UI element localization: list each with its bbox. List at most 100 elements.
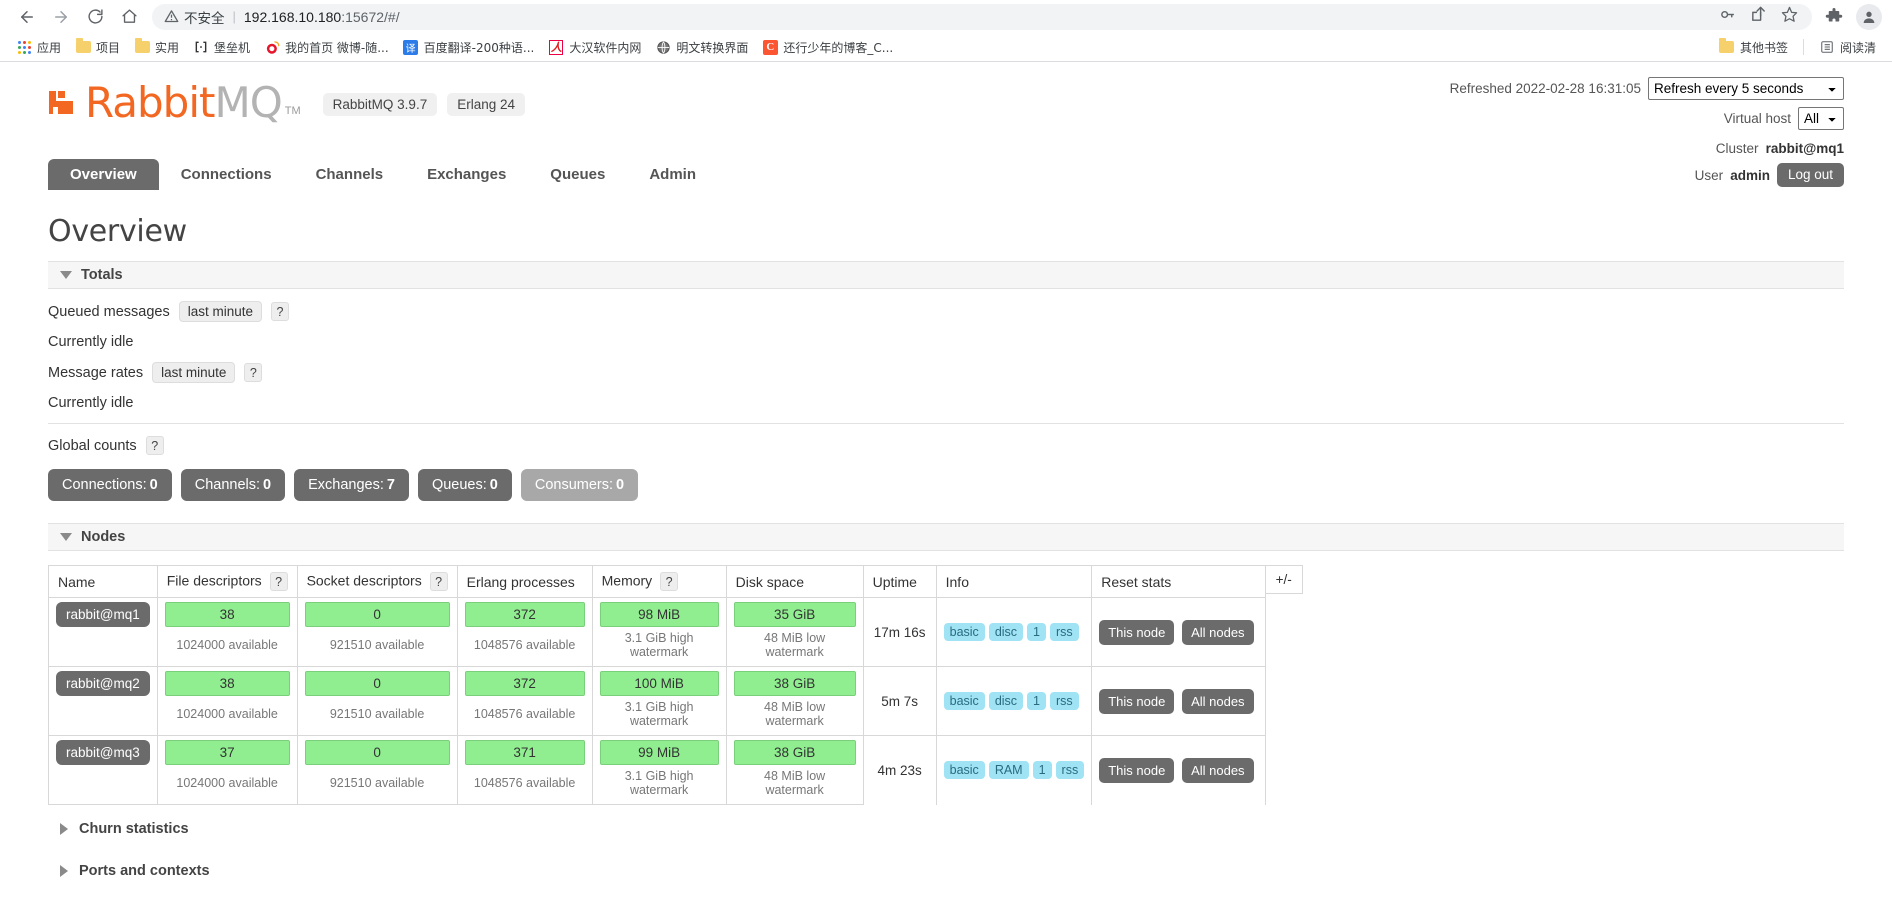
- info-badge-rss[interactable]: rss: [1055, 761, 1085, 780]
- reset-this-node-button[interactable]: This node: [1099, 688, 1175, 714]
- info-badge-count[interactable]: 1: [1027, 623, 1046, 641]
- count-badge-exchanges[interactable]: Exchanges: 7: [294, 469, 409, 501]
- tab-admin[interactable]: Admin: [627, 159, 718, 190]
- bookmark-weibo[interactable]: 我的首页 微博-随...: [257, 36, 396, 59]
- reset-all-nodes-button[interactable]: All nodes: [1182, 688, 1254, 714]
- info-badge-storage[interactable]: disc: [988, 623, 1024, 641]
- info-badge-basic[interactable]: basic: [943, 761, 985, 780]
- page-title: Overview: [48, 214, 187, 249]
- omnibox-separator: |: [232, 9, 236, 24]
- file-descriptors-help-icon[interactable]: ?: [269, 572, 288, 591]
- not-secure-warning-icon: [164, 9, 179, 24]
- info-badge-count[interactable]: 1: [1032, 761, 1052, 780]
- bookmark-plaintext-converter[interactable]: 明文转换界面: [648, 36, 755, 59]
- back-button[interactable]: [10, 3, 44, 31]
- node-name-sub: [48, 700, 158, 736]
- section-nodes-header[interactable]: Nodes: [48, 523, 1844, 551]
- reset-this-node-button[interactable]: This node: [1099, 757, 1175, 783]
- bookmark-apps[interactable]: 应用: [9, 36, 68, 59]
- reading-list-icon: [1819, 39, 1835, 55]
- memory-cell: 98 MiB: [591, 597, 727, 631]
- info-badge-rss[interactable]: rss: [1050, 692, 1079, 710]
- info-badge-storage[interactable]: RAM: [988, 761, 1029, 780]
- file-descriptors-bar: 38: [164, 671, 290, 696]
- memory-help-icon[interactable]: ?: [660, 572, 679, 591]
- node-name-badge[interactable]: rabbit@mq2: [56, 671, 150, 696]
- col-reset-stats: Reset stats: [1091, 565, 1266, 598]
- tab-overview[interactable]: Overview: [48, 159, 159, 190]
- socket-descriptors-help-icon[interactable]: ?: [429, 572, 448, 591]
- tab-connections[interactable]: Connections: [159, 159, 294, 190]
- profile-avatar-icon[interactable]: [1856, 3, 1882, 30]
- cluster-label: Cluster: [1715, 140, 1759, 156]
- bookmark-dahan-intranet[interactable]: 人 大汉软件内网: [541, 36, 648, 59]
- count-badge-channels[interactable]: Channels: 0: [180, 469, 286, 501]
- disk-space-cell: 38 GiB: [725, 735, 864, 769]
- queued-help-icon[interactable]: ?: [271, 302, 289, 321]
- home-button[interactable]: [112, 3, 146, 31]
- bookmark-bastion-host[interactable]: 堡垒机: [186, 36, 257, 59]
- tab-queues[interactable]: Queues: [528, 159, 627, 190]
- tab-channels[interactable]: Channels: [294, 159, 406, 190]
- section-churn-statistics[interactable]: Churn statistics: [48, 811, 1844, 847]
- col-memory: Memory ?: [591, 565, 727, 598]
- count-badge-queues[interactable]: Queues: 0: [417, 469, 512, 501]
- node-name-badge[interactable]: rabbit@mq3: [56, 740, 150, 765]
- address-bar[interactable]: 不安全 | 192.168.10.180:15672/#/: [152, 3, 1812, 30]
- file-descriptors-cell: 37: [156, 735, 298, 769]
- vhost-select[interactable]: All: [1798, 106, 1844, 130]
- refreshed-timestamp: Refreshed 2022-02-28 16:31:05: [1449, 80, 1641, 96]
- queued-period-button[interactable]: last minute: [178, 301, 262, 322]
- section-ports-and-contexts[interactable]: Ports and contexts: [48, 853, 1844, 889]
- col-file-descriptors: File descriptors ?: [156, 565, 298, 598]
- share-icon[interactable]: [1750, 6, 1767, 28]
- uptime-cell: 5m 7s: [862, 666, 937, 736]
- toggle-columns-button[interactable]: +/-: [1264, 565, 1303, 594]
- count-badge-consumers[interactable]: Consumers: 0: [520, 469, 639, 501]
- csdn-icon: C: [762, 39, 778, 55]
- info-badge-count[interactable]: 1: [1027, 692, 1046, 710]
- socket-descriptors-cell: 0: [296, 597, 458, 631]
- nodes-table: Name File descriptors ? Socket descripto…: [48, 565, 1266, 805]
- chevron-down-icon: [60, 271, 72, 279]
- info-badge-basic[interactable]: basic: [943, 692, 985, 710]
- disk-space-cell: 35 GiB: [725, 597, 864, 631]
- count-badge-connections[interactable]: Connections: 0: [48, 469, 172, 501]
- info-badge-storage[interactable]: disc: [988, 692, 1024, 710]
- bookmark-label: 还行少年的博客_C...: [783, 40, 894, 55]
- reading-list-button[interactable]: 阅读清: [1812, 36, 1883, 59]
- apps-grid-icon: [16, 39, 32, 55]
- erlang-processes-bar: 371: [464, 740, 585, 765]
- col-socket-descriptors-label: Socket descriptors: [306, 572, 422, 589]
- url-host: 192.168.10.180: [243, 8, 342, 25]
- bookmark-other-bookmarks[interactable]: 其他书签: [1712, 36, 1795, 59]
- reload-button[interactable]: [78, 3, 112, 31]
- bookmark-baidu-translate[interactable]: 译 百度翻译-200种语...: [396, 36, 542, 59]
- arrow-right-icon: [55, 10, 67, 23]
- key-icon[interactable]: [1719, 6, 1736, 28]
- info-badge-rss[interactable]: rss: [1050, 623, 1079, 641]
- extensions-button[interactable]: [1820, 3, 1848, 31]
- bookmark-star-icon[interactable]: [1781, 6, 1798, 28]
- rates-period-button[interactable]: last minute: [152, 362, 236, 383]
- global-counts-help-icon[interactable]: ?: [145, 436, 164, 455]
- disk-space-sub: 48 MiB low watermark: [725, 631, 864, 667]
- refresh-interval-select[interactable]: Refresh every 5 seconds: [1648, 76, 1844, 100]
- forward-button[interactable]: [44, 3, 78, 31]
- node-name-badge[interactable]: rabbit@mq1: [56, 602, 150, 627]
- bookmark-label: 应用: [37, 40, 62, 55]
- count-value: 0: [263, 477, 272, 493]
- erlang-processes-bar: 372: [464, 602, 585, 627]
- bookmark-csdn-blog[interactable]: C 还行少年的博客_C...: [755, 36, 900, 59]
- bookmark-folder-projects[interactable]: 项目: [68, 36, 127, 59]
- rates-help-icon[interactable]: ?: [244, 363, 263, 382]
- reset-all-nodes-button[interactable]: All nodes: [1182, 757, 1254, 783]
- info-badge-basic[interactable]: basic: [943, 623, 985, 641]
- section-totals-header[interactable]: Totals: [48, 261, 1844, 289]
- bookmark-folder-useful[interactable]: 实用: [127, 36, 186, 59]
- socket-descriptors-sub: 921510 available: [296, 769, 458, 805]
- reset-all-nodes-button[interactable]: All nodes: [1182, 619, 1254, 645]
- tab-exchanges[interactable]: Exchanges: [405, 159, 528, 190]
- reset-this-node-button[interactable]: This node: [1099, 619, 1175, 645]
- rabbitmq-logo-icon: [48, 83, 82, 122]
